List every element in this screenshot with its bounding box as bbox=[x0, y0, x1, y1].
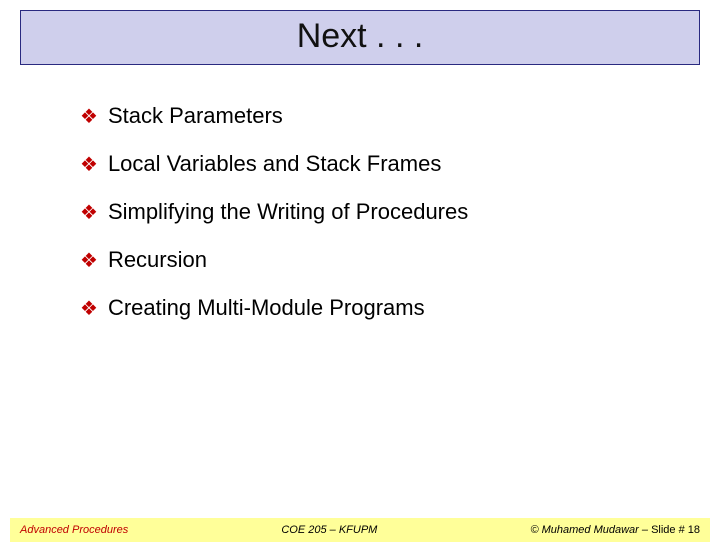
list-item: ❖ Creating Multi-Module Programs bbox=[80, 295, 720, 321]
item-text: Stack Parameters bbox=[108, 103, 283, 129]
item-text: Simplifying the Writing of Procedures bbox=[108, 199, 468, 225]
footer-slide-number: Slide # 18 bbox=[651, 524, 700, 536]
footer-right: © Muhamed Mudawar – Slide # 18 bbox=[530, 524, 700, 536]
diamond-bullet-icon: ❖ bbox=[80, 203, 98, 223]
diamond-bullet-icon: ❖ bbox=[80, 251, 98, 271]
diamond-bullet-icon: ❖ bbox=[80, 107, 98, 127]
slide-title: Next . . . bbox=[297, 17, 424, 55]
footer-center: COE 205 – KFUPM bbox=[128, 524, 530, 536]
title-bar: Next . . . bbox=[20, 10, 700, 65]
list-item: ❖ Local Variables and Stack Frames bbox=[80, 151, 720, 177]
diamond-bullet-icon: ❖ bbox=[80, 155, 98, 175]
item-text: Local Variables and Stack Frames bbox=[108, 151, 441, 177]
slide: Next . . . ❖ Stack Parameters ❖ Local Va… bbox=[0, 10, 720, 550]
list-item: ❖ Simplifying the Writing of Procedures bbox=[80, 199, 720, 225]
footer-author: © Muhamed Mudawar bbox=[530, 524, 638, 536]
content-list: ❖ Stack Parameters ❖ Local Variables and… bbox=[80, 103, 720, 321]
list-item: ❖ Recursion bbox=[80, 247, 720, 273]
item-text: Creating Multi-Module Programs bbox=[108, 295, 425, 321]
footer: Advanced Procedures COE 205 – KFUPM © Mu… bbox=[10, 518, 710, 542]
diamond-bullet-icon: ❖ bbox=[80, 299, 98, 319]
footer-left: Advanced Procedures bbox=[20, 524, 128, 536]
item-text: Recursion bbox=[108, 247, 207, 273]
footer-sep: – bbox=[639, 524, 651, 536]
list-item: ❖ Stack Parameters bbox=[80, 103, 720, 129]
